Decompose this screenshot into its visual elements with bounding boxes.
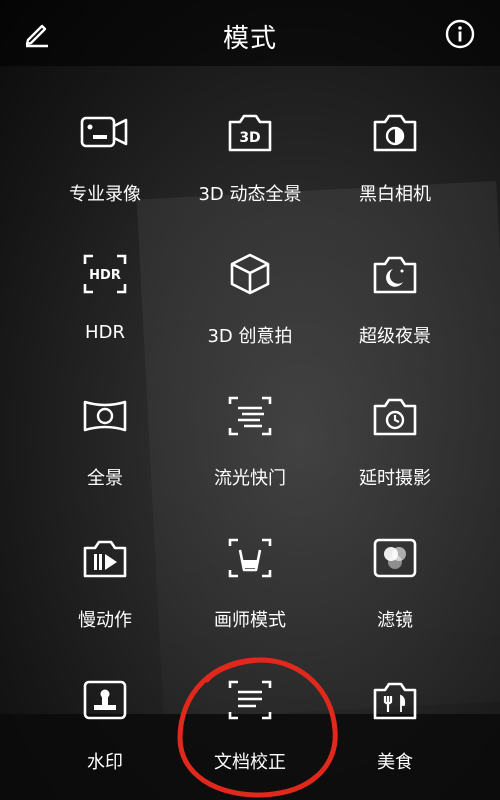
mode-3d-creative[interactable]: 3D 创意拍	[175, 232, 325, 352]
mode-monochrome[interactable]: 黑白相机	[320, 90, 470, 210]
mode-label: 流光快门	[214, 468, 286, 489]
night-moon-icon	[367, 246, 423, 302]
mode-label: 3D 动态全景	[198, 184, 302, 205]
mode-panorama[interactable]: 全景	[30, 374, 180, 494]
food-utensils-icon	[367, 672, 423, 728]
3d-camera-icon: 3D	[222, 104, 278, 160]
mode-timelapse[interactable]: 延时摄影	[320, 374, 470, 494]
page-title: 模式	[222, 24, 277, 54]
mode-label: 全景	[87, 468, 123, 489]
timelapse-icon	[367, 388, 423, 444]
mode-pro-video[interactable]: 专业录像	[30, 90, 180, 210]
mode-3d-panorama[interactable]: 3D 3D 动态全景	[175, 90, 325, 210]
mode-document-correction[interactable]: 文档校正	[175, 658, 325, 778]
mode-label: 延时摄影	[359, 468, 431, 489]
mode-label: 黑白相机	[359, 184, 431, 205]
3d-cube-icon	[222, 246, 278, 302]
mode-label: 超级夜景	[359, 326, 431, 347]
mode-label: 3D 创意拍	[207, 326, 293, 347]
mode-slow-motion[interactable]: 慢动作	[30, 516, 180, 636]
svg-text:3D: 3D	[239, 130, 260, 146]
mode-label: 画师模式	[214, 610, 286, 631]
svg-text:HDR: HDR	[89, 268, 121, 283]
info-button[interactable]	[444, 18, 476, 50]
mode-label: 滤镜	[377, 610, 413, 631]
video-camera-icon	[77, 104, 133, 160]
slow-motion-icon	[77, 530, 133, 586]
mode-filter[interactable]: 滤镜	[320, 516, 470, 636]
hdr-icon: HDR	[77, 246, 133, 302]
document-scan-icon	[222, 672, 278, 728]
light-trail-icon	[222, 388, 278, 444]
mode-label: HDR	[85, 322, 125, 343]
mode-light-trail[interactable]: 流光快门	[175, 374, 325, 494]
mode-label: 文档校正	[214, 752, 286, 773]
painter-icon	[222, 530, 278, 586]
monochrome-camera-icon	[367, 104, 423, 160]
mode-painter[interactable]: 画师模式	[175, 516, 325, 636]
info-icon	[445, 19, 475, 49]
mode-label: 慢动作	[78, 610, 132, 631]
watermark-stamp-icon	[77, 672, 133, 728]
panorama-icon	[77, 388, 133, 444]
mode-food[interactable]: 美食	[320, 658, 470, 778]
mode-label: 专业录像	[69, 184, 141, 205]
mode-label: 水印	[87, 752, 123, 773]
mode-label: 美食	[377, 752, 413, 773]
mode-hdr[interactable]: HDR HDR	[30, 232, 180, 352]
filter-icon	[367, 530, 423, 586]
mode-night[interactable]: 超级夜景	[320, 232, 470, 352]
header-bar: 模式	[0, 0, 500, 66]
mode-watermark[interactable]: 水印	[30, 658, 180, 778]
